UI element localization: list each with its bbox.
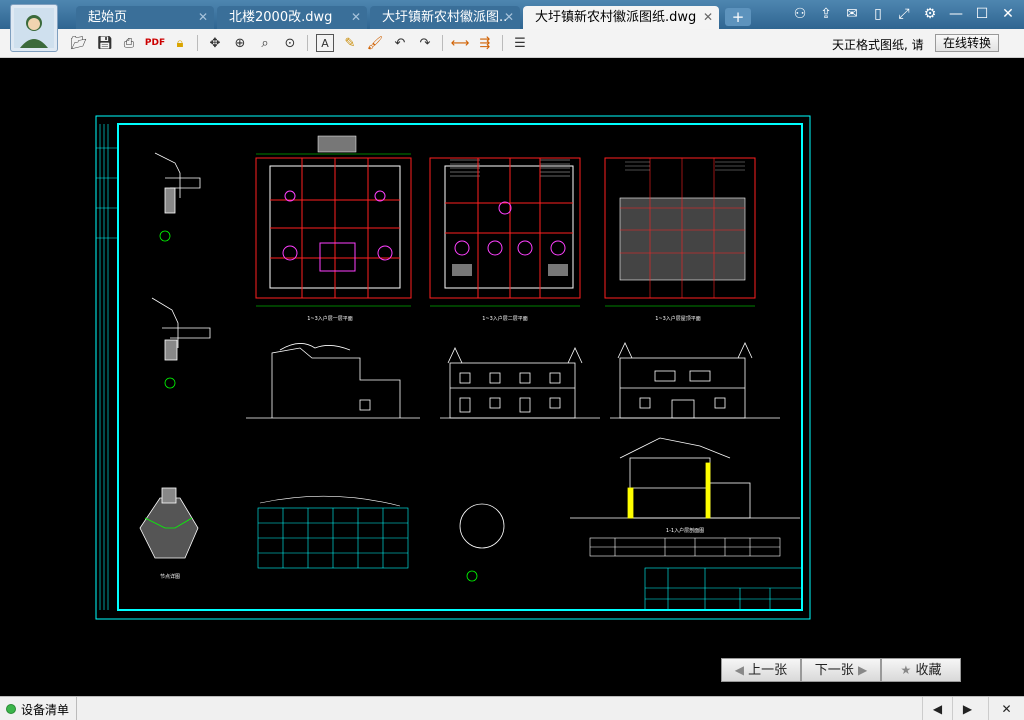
users-icon[interactable]: ⚇	[790, 4, 810, 24]
maximize-icon[interactable]: ☐	[972, 4, 992, 24]
app-window: 起始页 ✕ 北楼2000改.dwg ✕ 大圩镇新农村徽派图... ✕ 大圩镇新农…	[0, 0, 1024, 720]
detail-bottom-left	[139, 487, 199, 559]
status-separator	[76, 697, 77, 720]
drawing-canvas[interactable]: 1~3入户层一层平面 1~3入户层二层平面 1~3入户层屋顶平面 节点详图 1-…	[0, 58, 1024, 696]
arrow-right-icon: ▶	[857, 663, 868, 677]
dimension-icon[interactable]: ⇶	[476, 34, 494, 52]
toolbar-separator	[197, 35, 198, 51]
pan-icon[interactable]: ✥	[206, 34, 224, 52]
prev-label: 上一张	[748, 663, 788, 678]
minimize-icon[interactable]: —	[946, 4, 966, 24]
scroll-right-icon[interactable]: ▶	[952, 697, 982, 720]
roof-plan	[604, 157, 756, 307]
elevation-3	[610, 342, 780, 419]
plan-1-title: 1~3入户层一层平面	[307, 315, 353, 322]
save-icon[interactable]: 💾︎	[96, 34, 114, 52]
toolbar-separator	[502, 35, 503, 51]
chat-icon[interactable]: ✉	[842, 4, 862, 24]
zoom-extents-icon[interactable]: ⊙	[281, 34, 299, 52]
tianzheng-notice: 天正格式图纸, 请	[832, 38, 924, 52]
detail-title: 节点详图	[160, 573, 180, 580]
print-icon[interactable]: ⎙	[120, 34, 138, 52]
online-convert-button[interactable]: 在线转换	[935, 34, 999, 52]
measure-icon[interactable]: ⟷	[451, 34, 470, 52]
favorite-label: 收藏	[915, 663, 942, 678]
user-avatar[interactable]	[10, 4, 58, 52]
status-bar: 设备清单 ◀ ▶ ✕	[0, 696, 1024, 720]
title-block	[644, 567, 803, 611]
sheet-frame-outer	[95, 115, 811, 620]
door-window-table	[589, 537, 781, 557]
share-icon[interactable]: ⇪	[816, 4, 836, 24]
sheet-frame-inner	[117, 123, 803, 611]
detail-circle-marker	[466, 570, 478, 582]
tab-close-icon[interactable]: ✕	[198, 6, 208, 29]
left-binding-strip	[96, 124, 118, 610]
next-label: 下一张	[814, 663, 854, 678]
plan-2-title: 1~3入户层二层平面	[482, 315, 528, 322]
undo-icon[interactable]: ↶	[391, 34, 409, 52]
avatar-icon	[14, 8, 54, 48]
tab-daxu-dwg-active[interactable]: 大圩镇新农村徽派图纸.dwg ✕	[523, 6, 719, 29]
tab-label: 起始页	[88, 10, 128, 25]
star-icon: ★	[900, 663, 912, 677]
favorite-button[interactable]: ★ 收藏	[881, 658, 961, 682]
toolbar-separator	[307, 35, 308, 51]
tab-label: 北楼2000改.dwg	[229, 10, 333, 25]
status-close-icon[interactable]: ✕	[988, 697, 1024, 720]
elevation-2	[440, 347, 600, 419]
prev-sheet-button[interactable]: ◀ 上一张	[721, 658, 801, 682]
floor-plan-1	[255, 135, 412, 307]
text-icon[interactable]: A	[316, 34, 334, 52]
section-drawing	[570, 437, 800, 519]
cad-drawing: 1~3入户层一层平面 1~3入户层二层平面 1~3入户层屋顶平面 节点详图 1-…	[95, 115, 811, 620]
scroll-left-icon[interactable]: ◀	[922, 697, 952, 720]
pencil-icon[interactable]: ✎	[341, 34, 359, 52]
brush-icon[interactable]: 🖌︎	[366, 34, 384, 52]
arrow-left-icon: ◀	[734, 663, 745, 677]
tab-start-page[interactable]: 起始页 ✕	[76, 6, 214, 29]
grid-detail	[257, 495, 409, 569]
tab-label: 大圩镇新农村徽派图纸.dwg	[535, 10, 697, 25]
status-indicator-icon	[6, 704, 16, 714]
section-title: 1-1入户层剖面图	[666, 527, 704, 534]
title-bar: 起始页 ✕ 北楼2000改.dwg ✕ 大圩镇新农村徽派图... ✕ 大圩镇新农…	[0, 0, 1024, 29]
zoom-in-icon[interactable]: ⊕	[231, 34, 249, 52]
gear-icon[interactable]: ⚙	[920, 4, 940, 24]
pdf-icon[interactable]: PDF	[145, 34, 165, 52]
tab-close-icon[interactable]: ✕	[504, 6, 514, 29]
elevation-1	[246, 343, 420, 419]
next-sheet-button[interactable]: 下一张 ▶	[801, 658, 881, 682]
tab-label: 大圩镇新农村徽派图...	[382, 10, 506, 25]
tab-daxu-dwg-1[interactable]: 大圩镇新农村徽派图... ✕	[370, 6, 520, 29]
expand-icon[interactable]: ⤢	[894, 4, 914, 24]
plan-3-title: 1~3入户层屋顶平面	[655, 315, 701, 322]
zoom-window-icon[interactable]: ⌕	[256, 34, 274, 52]
add-tab-button[interactable]: +	[725, 8, 751, 26]
equipment-list-label[interactable]: 设备清单	[21, 701, 69, 718]
redo-icon[interactable]: ↷	[416, 34, 434, 52]
mobile-icon[interactable]: ▯	[868, 4, 888, 24]
toolbar-separator	[442, 35, 443, 51]
tab-beilou-dwg[interactable]: 北楼2000改.dwg ✕	[217, 6, 367, 29]
lock-icon[interactable]: 🔒︎	[171, 34, 189, 52]
tab-close-icon[interactable]: ✕	[351, 6, 361, 29]
toolbar: 📂︎ 💾︎ ⎙ PDF 🔒︎ ✥ ⊕ ⌕ ⊙ A ✎ 🖌︎ ↶ ↷ ⟷ ⇶ ☰ …	[0, 29, 1024, 58]
detail-top-left	[154, 152, 201, 242]
detail-mid-left	[151, 297, 211, 389]
window-controls: ⚇ ⇪ ✉ ▯ ⤢ ⚙ — ☐ ✕	[790, 4, 1018, 24]
detail-circle	[459, 503, 505, 549]
close-icon[interactable]: ✕	[998, 4, 1018, 24]
open-folder-icon[interactable]: 📂︎	[70, 34, 88, 52]
tab-close-icon[interactable]: ✕	[703, 6, 713, 29]
layers-icon[interactable]: ☰	[511, 34, 529, 52]
floor-plan-2	[429, 157, 581, 307]
